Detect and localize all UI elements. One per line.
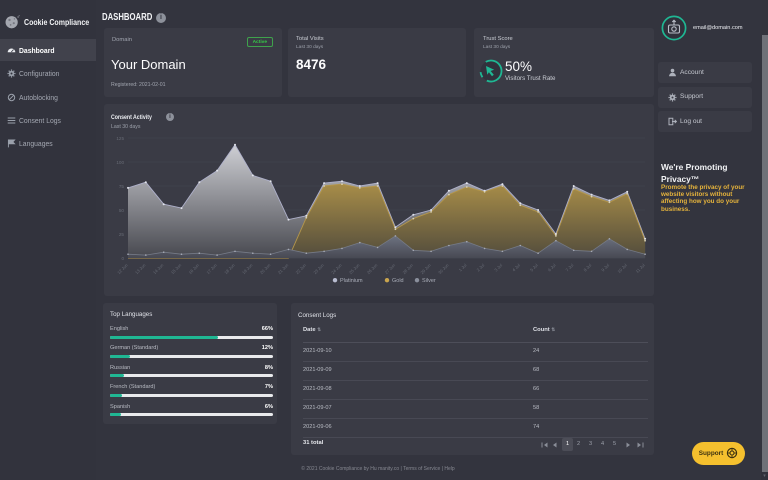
svg-text:11 Jul: 11 Jul — [635, 263, 646, 274]
svg-text:13 Jun: 13 Jun — [134, 262, 147, 275]
svg-text:22 Jun: 22 Jun — [295, 262, 308, 275]
svg-text:7 Jul: 7 Jul — [565, 263, 575, 273]
svg-text:Silver: Silver — [422, 278, 436, 284]
svg-text:100: 100 — [116, 160, 124, 165]
svg-text:50: 50 — [119, 208, 125, 213]
svg-text:16 Jun: 16 Jun — [188, 262, 201, 275]
svg-text:3 Jul: 3 Jul — [493, 263, 503, 273]
svg-text:28 Jun: 28 Jun — [402, 262, 415, 275]
svg-text:10 Jul: 10 Jul — [616, 263, 627, 274]
svg-text:2 Jul: 2 Jul — [476, 263, 486, 273]
svg-text:1 Jul: 1 Jul — [458, 263, 468, 273]
svg-text:18 Jun: 18 Jun — [223, 262, 236, 275]
svg-text:29 Jun: 29 Jun — [419, 262, 432, 275]
svg-text:Gold: Gold — [392, 278, 404, 284]
svg-text:8 Jul: 8 Jul — [583, 263, 593, 273]
svg-text:19 Jun: 19 Jun — [241, 262, 254, 275]
svg-text:6 Jul: 6 Jul — [547, 263, 557, 273]
svg-text:24 Jun: 24 Jun — [330, 262, 343, 275]
svg-text:27 Jun: 27 Jun — [384, 262, 397, 275]
svg-text:125: 125 — [116, 136, 124, 141]
svg-text:4 Jul: 4 Jul — [511, 263, 521, 273]
svg-text:26 Jun: 26 Jun — [366, 262, 379, 275]
svg-text:23 Jun: 23 Jun — [312, 262, 325, 275]
svg-text:15 Jun: 15 Jun — [170, 262, 183, 275]
svg-text:20 Jun: 20 Jun — [259, 262, 272, 275]
svg-text:12 Jun: 12 Jun — [116, 262, 129, 275]
svg-text:Platinium: Platinium — [340, 278, 363, 284]
svg-text:30 Jun: 30 Jun — [437, 262, 450, 275]
svg-text:5 Jul: 5 Jul — [529, 263, 539, 273]
svg-text:21 Jun: 21 Jun — [277, 262, 290, 275]
svg-text:25: 25 — [119, 232, 125, 237]
svg-text:9 Jul: 9 Jul — [600, 263, 610, 273]
svg-text:75: 75 — [119, 184, 125, 189]
svg-text:17 Jun: 17 Jun — [205, 262, 218, 275]
svg-text:25 Jun: 25 Jun — [348, 262, 361, 275]
svg-text:14 Jun: 14 Jun — [152, 262, 165, 275]
svg-text:0: 0 — [121, 256, 124, 261]
